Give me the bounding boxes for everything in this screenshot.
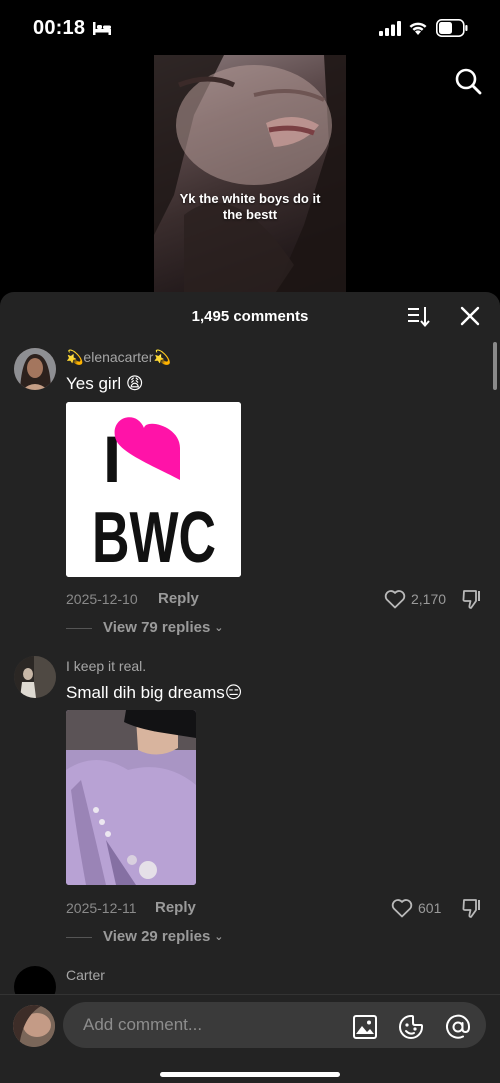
- comment-username[interactable]: I keep it real.: [66, 658, 146, 674]
- battery-icon: [436, 19, 468, 37]
- status-time: 00:18: [33, 17, 86, 39]
- status-bar: 00:18: [0, 0, 500, 56]
- dislike-icon[interactable]: [461, 588, 483, 610]
- replies-divider: [66, 937, 92, 938]
- wifi-icon: [409, 22, 427, 35]
- view-replies-button[interactable]: View 79 replies ⌄: [103, 619, 224, 636]
- avatar[interactable]: [14, 348, 56, 390]
- sleep-focus-icon: [93, 22, 111, 35]
- like-count: 2,170: [411, 591, 447, 607]
- mention-icon[interactable]: [445, 1014, 471, 1040]
- dislike-icon[interactable]: [461, 897, 483, 919]
- avatar-image: [14, 348, 56, 390]
- current-user-avatar[interactable]: [13, 1005, 55, 1047]
- sticker-text-bwc: BWC: [92, 498, 216, 577]
- i-love-bwc-sticker: I BWC: [66, 402, 241, 577]
- video-frame-image: [154, 55, 346, 295]
- reply-button[interactable]: Reply: [158, 590, 199, 607]
- comment-username[interactable]: 💫elenacarter💫: [66, 349, 171, 366]
- replies-divider: [66, 628, 92, 629]
- video-caption-line1: Yk the white boys do it: [179, 191, 321, 206]
- search-icon[interactable]: [454, 67, 482, 95]
- comment-composer: Add comment...: [0, 994, 500, 1083]
- video-preview[interactable]: Yk the white boys do it the bestt: [154, 55, 346, 295]
- comment-photo: [66, 710, 196, 885]
- avatar[interactable]: [14, 656, 56, 698]
- comment-text: Small dih big dreams😑: [66, 683, 243, 702]
- video-caption: Yk the white boys do it the bestt: [154, 191, 346, 223]
- video-caption-line2: the bestt: [222, 207, 278, 222]
- comment-text: Yes girl 😩: [66, 374, 144, 393]
- comment-photo-image[interactable]: [66, 710, 196, 885]
- heart-icon[interactable]: [384, 589, 406, 609]
- reply-button[interactable]: Reply: [155, 899, 196, 916]
- chevron-down-icon: ⌄: [214, 622, 224, 634]
- sort-icon[interactable]: [406, 304, 430, 328]
- chevron-down-icon: ⌄: [214, 931, 224, 943]
- close-icon[interactable]: [459, 305, 481, 327]
- scrollbar[interactable]: [493, 342, 497, 390]
- comment-sticker-image[interactable]: I BWC: [66, 402, 241, 577]
- comments-sheet: 1,495 comments 💫elenacarter💫 Yes girl 😩: [0, 292, 500, 1082]
- emoji-icon[interactable]: [398, 1014, 424, 1040]
- comments-header: 1,495 comments: [0, 292, 500, 340]
- comment-date: 2025-12-10: [66, 591, 138, 607]
- like-count: 601: [418, 900, 442, 916]
- view-replies-label: View 79 replies: [103, 619, 211, 636]
- image-icon[interactable]: [352, 1014, 378, 1040]
- comment-username[interactable]: Carter: [66, 967, 105, 983]
- heart-icon[interactable]: [391, 898, 413, 918]
- cellular-signal-icon: [379, 21, 401, 36]
- avatar-image: [13, 1005, 55, 1047]
- view-replies-label: View 29 replies: [103, 928, 211, 945]
- comment-date: 2025-12-11: [66, 900, 137, 916]
- add-comment-placeholder: Add comment...: [83, 1015, 203, 1034]
- view-replies-button[interactable]: View 29 replies ⌄: [103, 928, 224, 945]
- avatar-image: [14, 656, 56, 698]
- home-indicator[interactable]: [160, 1072, 340, 1077]
